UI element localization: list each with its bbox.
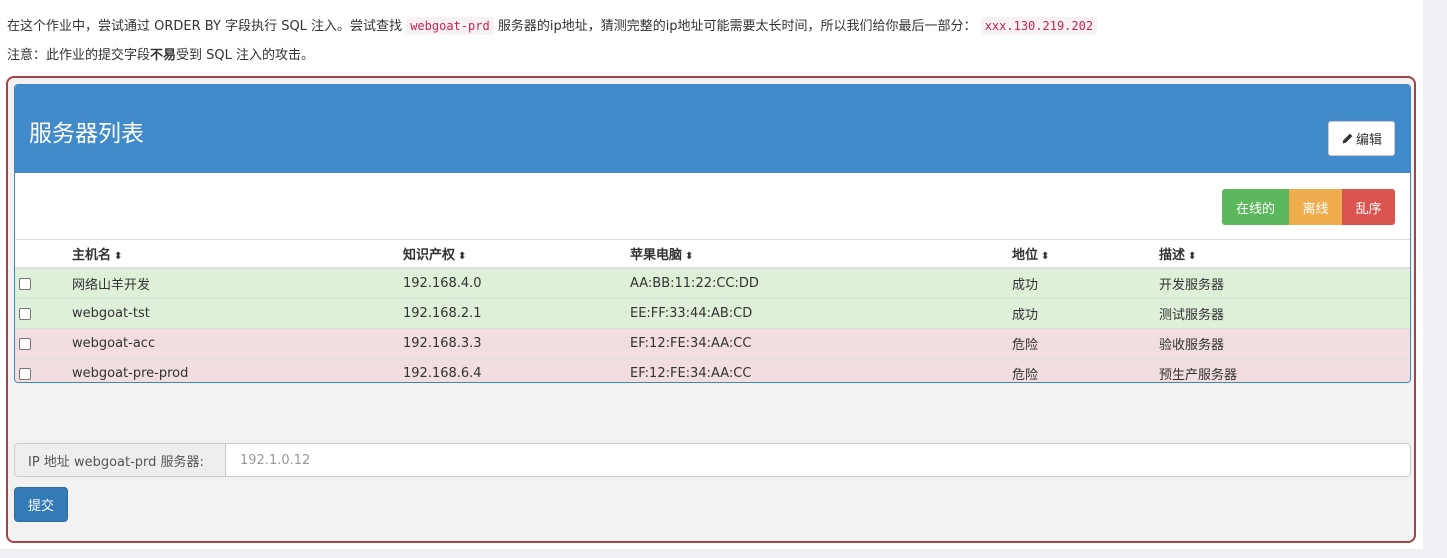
assignment-description: 在这个作业中，尝试通过 ORDER BY 字段执行 SQL 注入。尝试查找 we… xyxy=(7,17,1098,36)
ip-input-label: IP 地址 webgoat-prd 服务器: xyxy=(14,443,226,477)
column-header-ip[interactable]: 知识产权 ⬍ xyxy=(403,239,630,269)
row-checkbox[interactable] xyxy=(19,367,31,380)
status-filter-group: 在线的 离线 乱序 xyxy=(1222,189,1395,225)
row-checkbox[interactable] xyxy=(19,277,31,290)
edit-button-label: 编辑 xyxy=(1355,133,1382,148)
cell-ip: 192.168.4.0 xyxy=(403,267,630,299)
cell-status: 成功 xyxy=(1012,298,1159,329)
cell-hostname: webgoat-pre-prod xyxy=(72,358,403,382)
sort-icon: ⬍ xyxy=(114,251,123,262)
pencil-icon xyxy=(1342,133,1353,144)
note-suffix: 受到 SQL 注入的攻击。 xyxy=(176,48,315,63)
cell-status: 危险 xyxy=(1012,328,1159,359)
assignment-container: 服务器列表 编辑 在线的 离线 乱序 主机名 ⬍ 知识产权 ⬍ 苹果电脑 ⬍ 地位 ⬍ … xyxy=(6,76,1416,543)
submit-button[interactable]: 提交 xyxy=(14,487,68,522)
cell-ip: 192.168.6.4 xyxy=(403,358,630,382)
server-list-panel: 服务器列表 编辑 在线的 离线 乱序 主机名 ⬍ 知识产权 ⬍ 苹果电脑 ⬍ 地位 ⬍ … xyxy=(14,84,1411,383)
cell-description: 测试服务器 xyxy=(1159,298,1410,329)
ip-address-input[interactable] xyxy=(226,443,1411,477)
row-select-cell xyxy=(15,298,72,329)
table-row: 网络山羊开发 192.168.4.0 AA:BB:11:22:CC:DD 成功 … xyxy=(15,267,1410,299)
intro-text-start: 在这个作业中，尝试通过 ORDER BY 字段执行 SQL 注入。尝试查找 xyxy=(7,19,403,34)
table-row: webgoat-pre-prod 192.168.6.4 EF:12:FE:34… xyxy=(15,358,1410,382)
column-header-description[interactable]: 描述 ⬍ xyxy=(1159,239,1410,269)
sort-icon: ⬍ xyxy=(1188,251,1197,262)
page-bottom-gutter xyxy=(0,549,1423,558)
cell-mac: EF:12:FE:34:AA:CC xyxy=(630,358,1012,382)
note-prefix: 注意：此作业的提交字段 xyxy=(7,48,151,63)
row-checkbox[interactable] xyxy=(19,337,31,350)
cell-description: 验收服务器 xyxy=(1159,328,1410,359)
column-header-hostname[interactable]: 主机名 ⬍ xyxy=(72,239,403,269)
page-scroll-gutter xyxy=(1423,0,1447,558)
cell-ip: 192.168.3.3 xyxy=(403,328,630,359)
cell-mac: EE:FF:33:44:AB:CD xyxy=(630,298,1012,329)
note-bold: 不易 xyxy=(150,48,177,63)
sort-icon: ⬍ xyxy=(458,251,467,262)
table-row: webgoat-acc 192.168.3.3 EF:12:FE:34:AA:C… xyxy=(15,328,1410,359)
cell-mac: EF:12:FE:34:AA:CC xyxy=(630,328,1012,359)
row-select-cell xyxy=(15,358,72,382)
cell-status: 成功 xyxy=(1012,267,1159,299)
panel-title: 服务器列表 xyxy=(29,121,144,147)
cell-hostname: 网络山羊开发 xyxy=(72,267,403,299)
cell-hostname: webgoat-tst xyxy=(72,298,403,329)
table-header-row: 主机名 ⬍ 知识产权 ⬍ 苹果电脑 ⬍ 地位 ⬍ 描述 ⬍ xyxy=(15,239,1410,269)
sort-icon: ⬍ xyxy=(685,251,694,262)
ip-hint-code: xxx.130.219.202 xyxy=(980,17,1098,35)
target-host-code: webgoat-prd xyxy=(406,17,494,35)
online-button[interactable]: 在线的 xyxy=(1222,189,1289,225)
row-checkbox[interactable] xyxy=(19,307,31,320)
cell-mac: AA:BB:11:22:CC:DD xyxy=(630,267,1012,299)
row-select-cell xyxy=(15,267,72,299)
cell-description: 开发服务器 xyxy=(1159,267,1410,299)
panel-heading: 服务器列表 编辑 xyxy=(15,85,1410,173)
column-header-mac[interactable]: 苹果电脑 ⬍ xyxy=(630,239,1012,269)
edit-button[interactable]: 编辑 xyxy=(1328,121,1395,156)
chaos-button[interactable]: 乱序 xyxy=(1342,189,1395,225)
column-header-status[interactable]: 地位 ⬍ xyxy=(1012,239,1159,269)
cell-ip: 192.168.2.1 xyxy=(403,298,630,329)
table-row: webgoat-tst 192.168.2.1 EE:FF:33:44:AB:C… xyxy=(15,298,1410,329)
cell-hostname: webgoat-acc xyxy=(72,328,403,359)
intro-text-middle: 服务器的ip地址，猜测完整的ip地址可能需要太长时间，所以我们给你最后一部分： xyxy=(497,19,977,34)
cell-description: 预生产服务器 xyxy=(1159,358,1410,382)
offline-button[interactable]: 离线 xyxy=(1289,189,1342,225)
sort-icon: ⬍ xyxy=(1041,251,1050,262)
ip-input-group: IP 地址 webgoat-prd 服务器: xyxy=(14,443,1411,477)
server-table: 主机名 ⬍ 知识产权 ⬍ 苹果电脑 ⬍ 地位 ⬍ 描述 ⬍ 网络山羊开发 192.168.… xyxy=(15,239,1410,382)
select-column-header xyxy=(15,239,72,269)
assignment-note: 注意：此作业的提交字段不易受到 SQL 注入的攻击。 xyxy=(7,47,314,65)
cell-status: 危险 xyxy=(1012,358,1159,382)
row-select-cell xyxy=(15,328,72,359)
